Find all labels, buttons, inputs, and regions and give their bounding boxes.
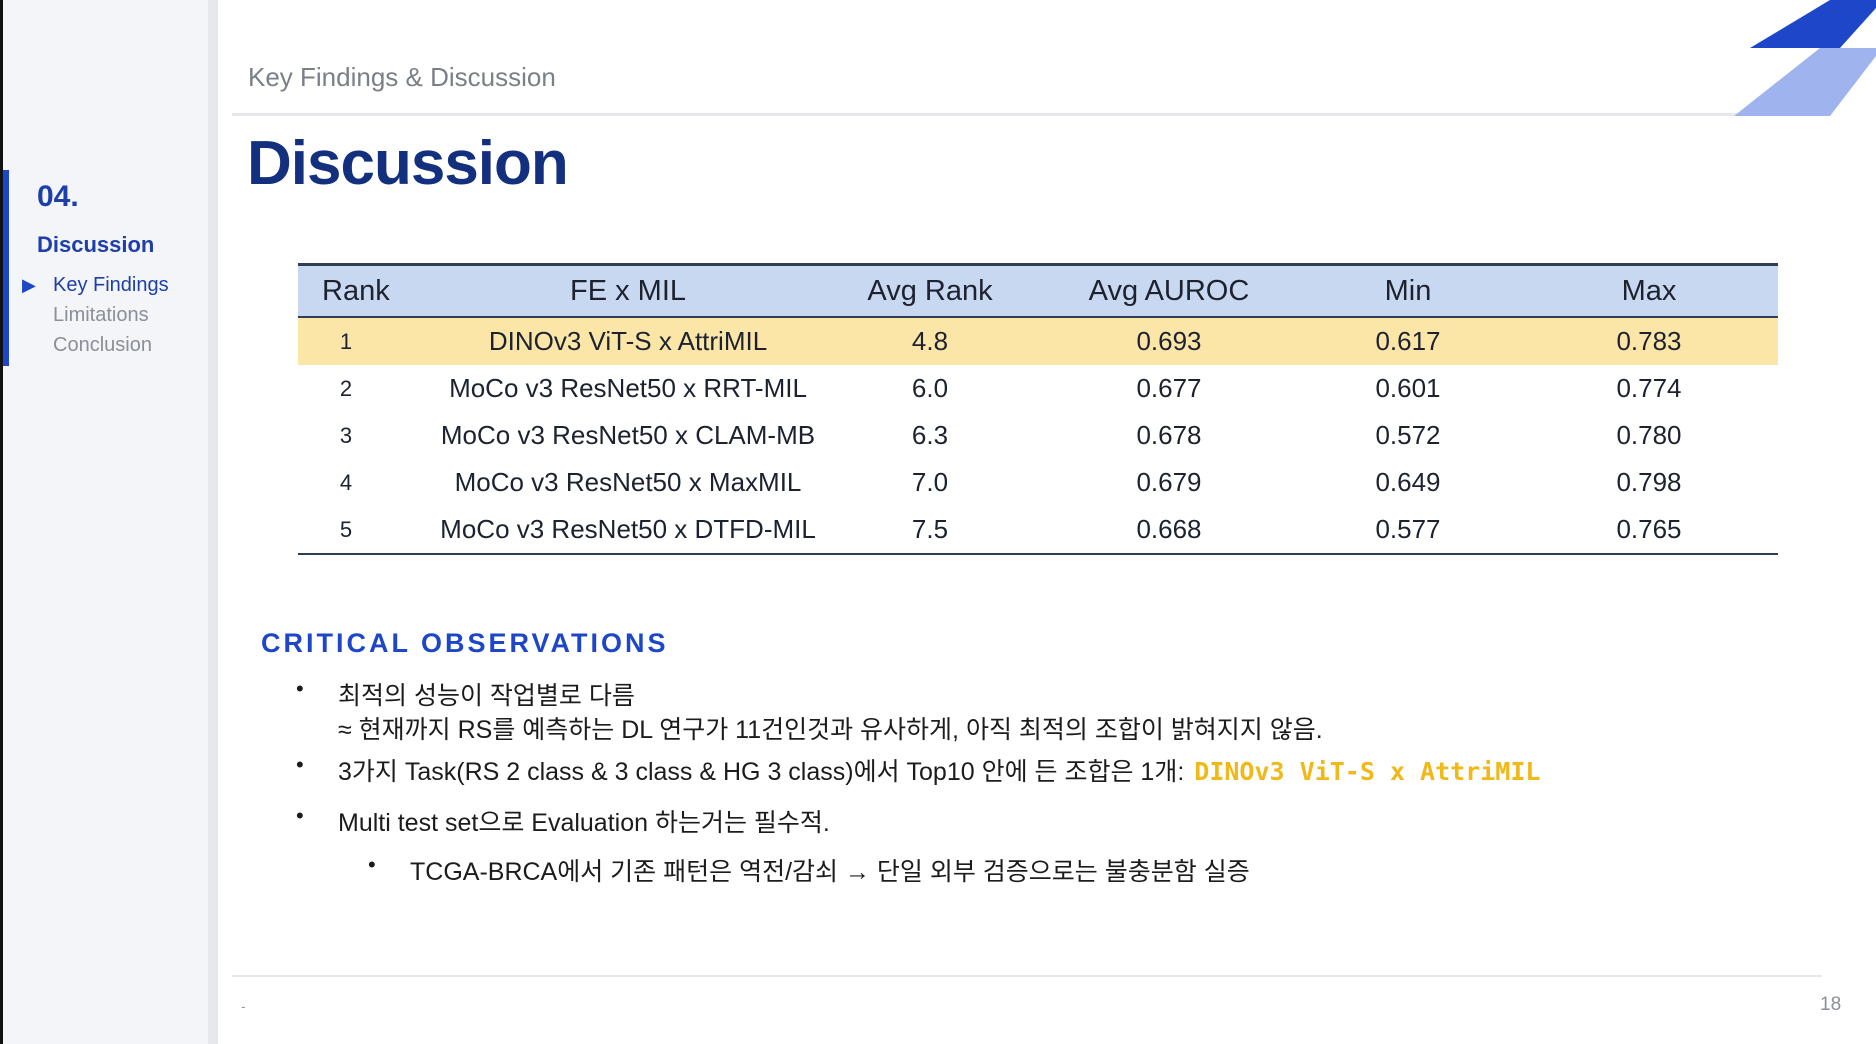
footer-mark: - [241, 998, 246, 1014]
column-header-rank: Rank [322, 274, 390, 307]
cell-min: 0.617 [1375, 326, 1441, 356]
results-table: Rank FE x MIL Avg Rank Avg AUROC Min Max… [298, 263, 1778, 555]
cell-avg-auroc: 0.668 [1042, 506, 1296, 555]
table-row: 5 MoCo v3 ResNet50 x DTFD-MIL 7.5 0.668 … [298, 506, 1778, 555]
cell-max: 0.783 [1616, 326, 1682, 356]
section-name: Discussion [37, 232, 155, 257]
observation-text: 최적의 성능이 작업별로 다름 [338, 682, 635, 710]
observation-text: 3가지 Task(RS 2 class & 3 class & HG 3 cla… [338, 758, 1185, 786]
cell-model: MoCo v3 ResNet50 x CLAM-MB [440, 420, 816, 450]
column-header-max: Max [1621, 274, 1677, 307]
observation-text: Multi test set으로 Evaluation 하는거는 필수적. [338, 809, 830, 837]
observation-text: TCGA-BRCA에서 기존 패턴은 역전/감쇠 → 단일 외부 검증으로는 불… [410, 858, 1250, 886]
cell-avg-rank: 4.8 [911, 326, 949, 356]
table-row: 1 DINOv3 ViT-S x AttriMIL 4.8 0.693 0.61… [298, 317, 1778, 365]
cell-model: MoCo v3 ResNet50 x DTFD-MIL [438, 506, 818, 555]
column-header-model: FE x MIL [569, 274, 686, 307]
cell-min: 0.649 [1375, 467, 1441, 497]
cell-rank: 3 [339, 422, 353, 448]
cell-avg-auroc: 0.679 [1136, 467, 1202, 497]
highlighted-model-name: DINOv3 ViT-S x AttriMIL [1194, 757, 1541, 786]
cell-avg-auroc: 0.678 [1136, 420, 1202, 450]
bullet-dot-icon: • [296, 752, 304, 777]
cell-rank: 4 [339, 469, 353, 495]
cell-rank: 5 [298, 506, 438, 555]
sidebar-divider [208, 0, 218, 1044]
cell-min: 0.572 [1375, 420, 1441, 450]
cell-min: 0.577 [1296, 506, 1520, 555]
table-header-row: Rank FE x MIL Avg Rank Avg AUROC Min Max [298, 264, 1778, 317]
sidebar-item-label: Limitations [53, 304, 149, 326]
sidebar [3, 0, 208, 1044]
cell-max: 0.765 [1520, 506, 1778, 555]
sidebar-item-label: Key Findings [53, 274, 169, 296]
section-number: 04. [37, 180, 79, 213]
cell-max: 0.780 [1616, 420, 1682, 450]
cell-model: MoCo v3 ResNet50 x RRT-MIL [449, 373, 807, 403]
cell-max: 0.798 [1616, 467, 1682, 497]
cell-model: MoCo v3 ResNet50 x MaxMIL [454, 467, 802, 497]
table-row: 4 MoCo v3 ResNet50 x MaxMIL 7.0 0.679 0.… [298, 459, 1778, 506]
sidebar-item-key-findings[interactable]: ▶ Key Findings [22, 270, 169, 300]
page-number: 18 [1820, 994, 1842, 1015]
bullet-dot-icon: • [296, 676, 304, 701]
column-header-avg-rank: Avg Rank [867, 274, 993, 307]
cell-avg-rank: 6.0 [911, 373, 949, 403]
cell-avg-rank: 7.0 [911, 467, 949, 497]
table-row: 2 MoCo v3 ResNet50 x RRT-MIL 6.0 0.677 0… [298, 365, 1778, 412]
footer-divider [232, 975, 1822, 977]
corner-stripes-logo-icon [1734, 0, 1876, 116]
cell-max: 0.774 [1616, 373, 1682, 403]
cell-avg-auroc: 0.693 [1136, 326, 1202, 356]
sidebar-item-label: Conclusion [53, 334, 152, 356]
sidebar-active-accent [3, 170, 9, 366]
breadcrumb: Key Findings & Discussion [248, 62, 556, 92]
cell-min: 0.601 [1375, 373, 1441, 403]
cell-rank: 2 [339, 375, 353, 401]
observations-heading: CRITICAL OBSERVATIONS [261, 628, 669, 658]
table-row: 3 MoCo v3 ResNet50 x CLAM-MB 6.3 0.678 0… [298, 412, 1778, 459]
page-title: Discussion [247, 129, 569, 198]
cell-model: DINOv3 ViT-S x AttriMIL [488, 326, 768, 356]
sidebar-item-limitations[interactable]: Limitations [22, 300, 169, 330]
sidebar-item-conclusion[interactable]: Conclusion [22, 330, 169, 360]
bullet-dot-icon: • [368, 852, 376, 877]
bullet-dot-icon: • [296, 803, 304, 828]
column-header-min: Min [1384, 274, 1432, 307]
cell-avg-rank: 6.3 [911, 420, 949, 450]
column-header-avg-auroc: Avg AUROC [1088, 274, 1250, 307]
sidebar-nav: ▶ Key Findings Limitations Conclusion [22, 270, 169, 360]
observation-subtext: ≈ 현재까지 RS를 예측하는 DL 연구가 11건인것과 유사하게, 아직 최… [338, 716, 1323, 744]
header-divider [232, 113, 1812, 116]
play-arrow-icon: ▶ [22, 275, 36, 295]
cell-avg-auroc: 0.677 [1136, 373, 1202, 403]
cell-rank: 1 [339, 328, 353, 354]
cell-avg-rank: 7.5 [818, 506, 1042, 555]
